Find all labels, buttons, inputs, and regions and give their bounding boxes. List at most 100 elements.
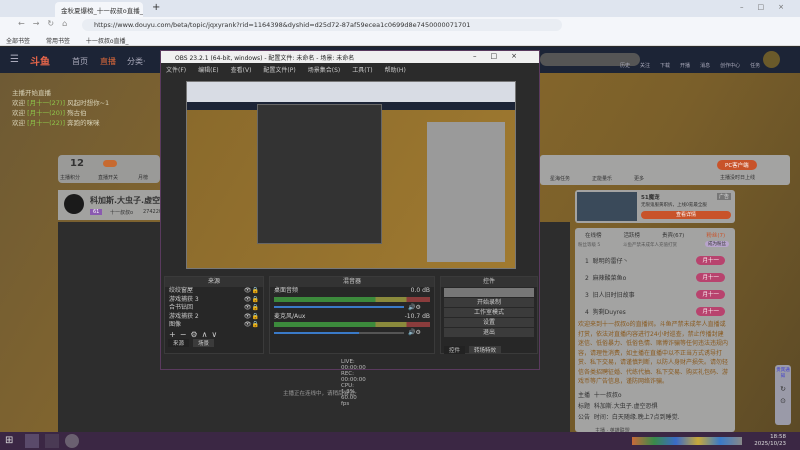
douyu-logo[interactable]: 斗鱼 xyxy=(30,53,50,68)
menu-help[interactable]: 帮助(H) xyxy=(385,67,406,74)
live-switch[interactable] xyxy=(103,160,117,167)
source-toolbar[interactable]: +−⚙∧∨ xyxy=(165,330,263,339)
exit-button[interactable]: 退出 xyxy=(444,328,534,337)
menu-edit[interactable]: 编辑(E) xyxy=(198,67,218,74)
tab-fans[interactable]: 粉丝(7) xyxy=(706,231,725,239)
pc-client-button[interactable]: PC客户端 xyxy=(717,160,757,170)
preview-right-panel xyxy=(427,122,505,262)
browser-taskbar-icon[interactable] xyxy=(25,434,39,448)
pc-client-sub: 主播没时日上线 xyxy=(720,175,756,181)
task-bar: 星海任务 正能量乐 更多 PC客户端 主播没时日上线 xyxy=(540,155,790,185)
app-taskbar-icon[interactable] xyxy=(45,434,59,448)
source-item[interactable]: 绞绞窗屋 👁🔒 xyxy=(165,287,263,296)
start-streaming-button[interactable] xyxy=(444,288,534,297)
nav-buttons[interactable]: ←→↻⌂ xyxy=(18,19,75,28)
list-item[interactable]: 2 麻辣酸菜鱼o 月十一 xyxy=(575,269,735,286)
bookmark[interactable]: 十一叔叔o直播_ xyxy=(86,38,129,45)
tab-active[interactable]: 活跃榜 xyxy=(624,231,641,239)
source-item[interactable]: 游戏捕获 2 👁🔒 xyxy=(165,313,263,322)
source-item[interactable]: 图像 👁🔒 xyxy=(165,321,263,330)
mixer-header: 混音器 xyxy=(270,277,434,287)
settings-button[interactable]: 设置 xyxy=(444,318,534,327)
history-link[interactable]: 历史 xyxy=(620,62,630,69)
avatar[interactable] xyxy=(763,51,780,68)
welcome-line: 主播开始直播 xyxy=(12,89,51,97)
menu-tools[interactable]: 工具(T) xyxy=(352,67,372,74)
refresh-icon[interactable]: ↻ xyxy=(775,385,791,393)
obs-window-controls[interactable]: –□× xyxy=(473,52,531,60)
creator-link[interactable]: 创作中心 xyxy=(720,62,740,69)
settings-icon[interactable]: ⊙ xyxy=(775,397,791,405)
menu-icon[interactable]: ☰ xyxy=(10,54,19,65)
source-item[interactable]: 合书钻回 👁🔒 xyxy=(165,304,263,313)
more-button[interactable]: 更多 xyxy=(634,175,644,182)
month-rank-label[interactable]: 月榜 xyxy=(138,174,148,181)
menu-file[interactable]: 文件(F) xyxy=(166,67,186,74)
speaker-icon[interactable]: 🔊⚙ xyxy=(408,329,421,336)
room-title: 科加斯.大虫子.虚空恐 xyxy=(90,196,160,205)
tab-vip[interactable]: 贵宾(67) xyxy=(662,231,684,239)
ad-tag[interactable]: 广告 xyxy=(717,193,732,200)
task-link[interactable]: 任务 xyxy=(750,62,760,69)
fan-desc: 斗鱼严禁未成年人充值打赏 xyxy=(623,243,677,248)
floating-sidebar: 贵宾通知 ↻ ⊙ xyxy=(775,365,791,425)
menu-scene-collection[interactable]: 场景集合(S) xyxy=(308,67,341,74)
follow-link[interactable]: 关注 xyxy=(640,62,650,69)
menu-profile[interactable]: 配置文件(P) xyxy=(263,67,295,74)
mixer-channel-label: 麦克风/Aux -10.7 dB xyxy=(274,312,430,320)
task-item[interactable]: 正能量乐 xyxy=(592,175,612,182)
message-link[interactable]: 消息 xyxy=(700,62,710,69)
list-item[interactable]: 3 旧人旧时旧故事 月十一 xyxy=(575,286,735,303)
source-item[interactable]: 游戏捕获 3 👁🔒 xyxy=(165,296,263,305)
obs-title-bar: OBS 23.2.1 (64-bit, windows) - 配置文件: 未命名… xyxy=(161,51,539,63)
bookmark[interactable]: 常用书签 xyxy=(46,38,70,45)
room-header: 科加斯.大虫子.虚空恐 61 十一叔叔o 274220 xyxy=(58,190,160,220)
score-label: 主播积分 xyxy=(60,175,81,181)
studio-mode-button[interactable]: 工作室模式 xyxy=(444,308,534,317)
menu-view[interactable]: 查看(V) xyxy=(231,67,252,74)
volume-slider[interactable] xyxy=(274,306,404,308)
tab-controls[interactable]: 控件 xyxy=(444,346,466,354)
ad-card[interactable]: 51魔宠 广告 无限鬼服黄职拆，上线0氪最全服 查看详情 xyxy=(575,190,735,223)
fan-badge: 月十一 xyxy=(696,290,725,299)
system-tray-icons[interactable] xyxy=(632,437,742,445)
browser-tab[interactable]: 金秋夏爆榜_十一叔叔o直播_ × xyxy=(55,2,143,17)
switch-label: 直播开关 xyxy=(98,175,119,181)
anchor-stats: 12 主播积分 直播开关 月榜 xyxy=(58,155,160,183)
obs-preview[interactable] xyxy=(186,81,516,269)
ad-details-button[interactable]: 查看详情 xyxy=(641,211,731,219)
windows-start-icon[interactable]: ⊞ xyxy=(5,435,13,446)
volume-slider[interactable] xyxy=(274,331,359,334)
clock[interactable]: 18:58 2025/10/23 xyxy=(754,434,786,448)
vip-notice-button[interactable]: 贵宾通知 xyxy=(775,365,791,379)
speaker-icon[interactable]: 🔊⚙ xyxy=(408,304,421,311)
obs-menu-bar: 文件(F) 编辑(E) 查看(V) 配置文件(P) 场景集合(S) 工具(T) 帮助(H) xyxy=(161,63,539,74)
become-fan-button[interactable]: 成为粉丝 xyxy=(705,241,729,247)
start-recording-button[interactable]: 开始录制 xyxy=(444,298,534,307)
new-tab-button[interactable]: + xyxy=(152,2,160,13)
bookmarks-bar: 全部书签 常用书签 十一叔叔o直播_ xyxy=(0,33,800,46)
nav-live[interactable]: 直播 xyxy=(100,56,116,67)
nav-home[interactable]: 首页 xyxy=(72,56,88,67)
window-controls[interactable]: –□× xyxy=(740,3,798,11)
fan-badge: 月十一 xyxy=(696,256,725,265)
tab-transitions[interactable]: 转场特效 xyxy=(469,346,502,354)
broadcast-link[interactable]: 开播 xyxy=(680,62,690,69)
bookmark[interactable]: 全部书签 xyxy=(6,38,30,45)
nav-category[interactable]: 分类· xyxy=(127,56,146,67)
url-input[interactable]: https://www.douyu.com/beta/topic/jqxyran… xyxy=(82,19,562,31)
anchor-avatar[interactable] xyxy=(64,194,84,214)
obs-taskbar-icon[interactable] xyxy=(65,434,79,448)
welcome-line: 欢迎 [月十一(20)] 殇古伯 xyxy=(12,109,87,117)
tab-sources[interactable]: 来源 xyxy=(168,338,190,347)
info-row: 主播 十一叔叔o xyxy=(578,392,622,399)
list-item[interactable]: 1 聪明的雷仔丶 月十一 xyxy=(575,252,735,269)
list-item[interactable]: 4 狗剩Duyres 月十一 xyxy=(575,303,735,320)
anchor-name[interactable]: 十一叔叔o xyxy=(110,209,133,216)
obs-title: OBS 23.2.1 (64-bit, windows) - 配置文件: 未命名… xyxy=(175,55,355,62)
room-notice: 欢迎来到十一叔叔o的直播间。斗鱼严禁未成年人直播或打赏，依法对直播内容进行24小… xyxy=(578,321,729,385)
download-link[interactable]: 下载 xyxy=(660,62,670,69)
task-item[interactable]: 星海任务 xyxy=(550,175,570,182)
tab-online[interactable]: 在线榜 xyxy=(585,231,602,239)
tab-scenes[interactable]: 场景 xyxy=(193,338,215,347)
